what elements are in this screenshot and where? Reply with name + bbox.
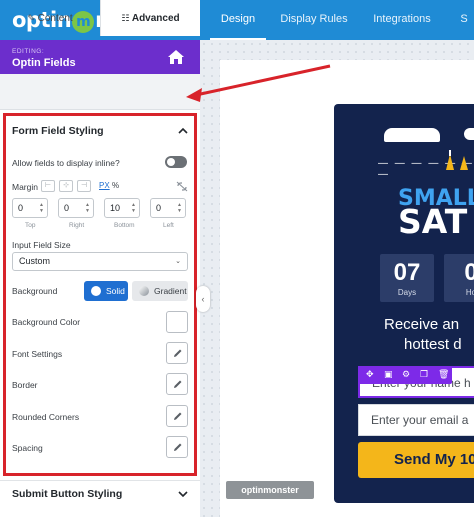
margin-link-center-icon[interactable]: ⊹	[59, 180, 73, 192]
chevron-down-icon[interactable]	[178, 489, 188, 499]
margin-top-input[interactable]: 0 ▲ ▼	[12, 198, 48, 218]
rocket-icon	[446, 150, 468, 170]
chevron-up-icon[interactable]	[178, 126, 188, 136]
margin-label: Margin	[12, 182, 38, 192]
margin-top-label: Top	[25, 222, 36, 229]
margin-bottom-label: Bottom	[114, 222, 135, 229]
pencil-icon	[174, 443, 182, 451]
spacing-edit-button[interactable]	[166, 436, 188, 458]
form-field-styling-title[interactable]: Form Field Styling	[12, 125, 104, 137]
font-settings-label: Font Settings	[12, 349, 63, 359]
trash-icon[interactable]: 🗑	[438, 369, 449, 380]
nav-tab-more[interactable]: S	[454, 0, 474, 40]
headline-big: SAT	[398, 202, 468, 241]
unit-px[interactable]: PX	[99, 181, 110, 190]
home-icon[interactable]	[167, 49, 185, 65]
pencil-icon	[174, 380, 182, 388]
input-field-size-select[interactable]: Custom ⌄	[12, 252, 188, 271]
margin-bottom-input[interactable]: 10 ▲ ▼	[104, 198, 140, 218]
gear-icon[interactable]: ⚙	[402, 369, 410, 380]
field-toolbar: ✥ ▣ ⚙ ❐ 🗑	[358, 366, 452, 384]
margin-left-label: Left	[163, 222, 174, 229]
gradient-icon	[139, 286, 149, 296]
margin-link-left-icon[interactable]: ⊢	[41, 180, 55, 192]
receive-text-line1: Receive an	[384, 316, 460, 333]
tab-advanced[interactable]: ☷ Advanced	[100, 0, 200, 36]
background-label: Background	[12, 286, 58, 296]
submit-cta-button[interactable]: Send My 10	[358, 442, 474, 478]
nav-tab-integrations[interactable]: Integrations	[364, 0, 440, 40]
margin-left-input[interactable]: 0 ▲ ▼	[150, 198, 186, 218]
pencil-icon: ✎	[27, 13, 35, 23]
optinmonster-badge[interactable]: optinmonster	[226, 481, 314, 499]
copy-icon[interactable]: ❐	[420, 369, 428, 380]
input-field-size-label: Input Field Size	[12, 240, 71, 250]
nav-tab-display-rules[interactable]: Display Rules	[276, 0, 352, 40]
tab-content[interactable]: ✎ Content	[0, 0, 100, 36]
toggle-knob	[167, 158, 175, 166]
margin-right-label: Right	[69, 222, 85, 229]
editing-title: Optin Fields	[12, 57, 76, 69]
background-color-swatch[interactable]	[166, 311, 188, 333]
pencil-icon	[174, 412, 182, 420]
editing-label: EDITING:	[12, 48, 45, 55]
save-icon[interactable]: ▣	[384, 369, 393, 380]
campaign-popup: — — — — — — — SMALL SAT 07 Days 0 Ho Rec…	[334, 104, 474, 503]
spacing-label: Spacing	[12, 443, 43, 453]
inline-fields-label: Allow fields to display inline?	[12, 158, 120, 168]
email-field[interactable]: Enter your email a	[358, 404, 474, 436]
border-label: Border	[12, 380, 38, 390]
background-color-label: Background Color	[12, 317, 81, 327]
rounded-corners-label: Rounded Corners	[12, 412, 80, 422]
countdown-days: 07 Days	[380, 254, 434, 302]
sidebar-tabs	[0, 74, 200, 110]
inline-fields-toggle[interactable]	[165, 156, 187, 168]
rounded-corners-edit-button[interactable]	[166, 405, 188, 427]
collapse-sidebar-toggle[interactable]: ‹	[196, 286, 210, 312]
border-edit-button[interactable]	[166, 373, 188, 395]
cloud-decoration	[384, 128, 440, 142]
countdown-hours: 0 Ho	[444, 254, 474, 302]
submit-button-styling-title[interactable]: Submit Button Styling	[12, 488, 122, 500]
chevron-down-icon: ⌄	[175, 258, 181, 265]
sliders-icon: ☷	[121, 13, 130, 23]
solid-icon	[91, 286, 101, 296]
receive-text-line2: hottest d	[404, 336, 462, 353]
background-gradient-button[interactable]: Gradient	[132, 281, 188, 301]
background-solid-button[interactable]: Solid	[84, 281, 128, 301]
margin-link-right-icon[interactable]: ⊣	[77, 180, 91, 192]
unit-percent[interactable]: %	[112, 181, 119, 190]
pencil-icon	[174, 349, 182, 357]
unlink-icon[interactable]	[176, 181, 188, 192]
font-settings-edit-button[interactable]	[166, 342, 188, 364]
nav-tab-design[interactable]: Design	[210, 0, 266, 40]
margin-right-input[interactable]: 0 ▲ ▼	[58, 198, 94, 218]
cloud-decoration	[464, 128, 474, 140]
move-icon[interactable]: ✥	[366, 369, 374, 380]
